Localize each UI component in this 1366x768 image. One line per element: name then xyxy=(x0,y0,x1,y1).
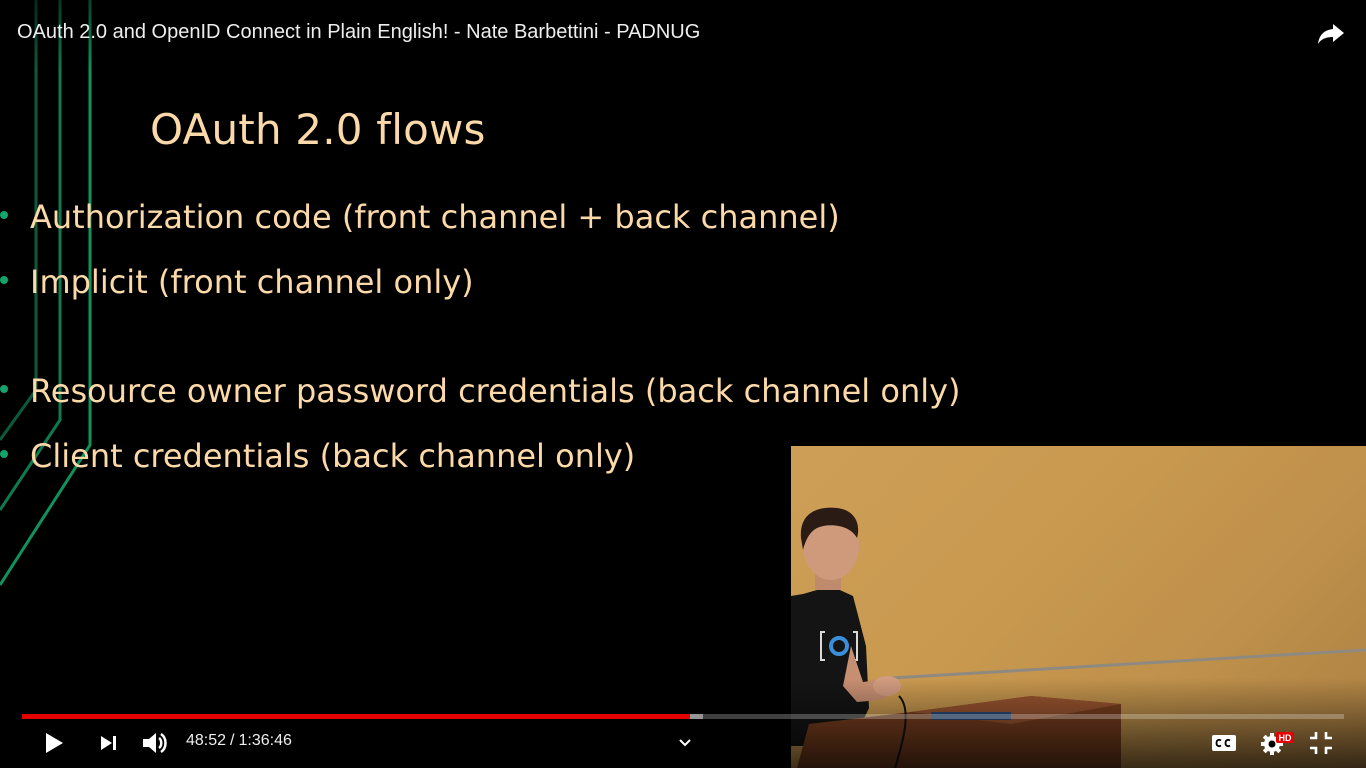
bullet-dot xyxy=(0,211,8,219)
bullet-dot xyxy=(0,450,8,458)
volume-icon xyxy=(143,732,167,754)
play-button[interactable] xyxy=(38,727,70,759)
share-button[interactable] xyxy=(1316,18,1346,48)
progress-bar[interactable] xyxy=(22,714,1344,719)
video-title[interactable]: OAuth 2.0 and OpenID Connect in Plain En… xyxy=(17,21,700,44)
progress-played xyxy=(22,714,690,719)
volume-button[interactable] xyxy=(139,727,171,759)
title-bar: OAuth 2.0 and OpenID Connect in Plain En… xyxy=(0,0,1366,70)
share-icon xyxy=(1318,24,1344,44)
chapters-button[interactable] xyxy=(674,727,696,759)
bullet-text: Implicit (front channel only) xyxy=(30,263,474,301)
speaker-figure xyxy=(791,446,1366,768)
play-icon xyxy=(46,733,63,753)
bullet-text: Client credentials (back channel only) xyxy=(30,437,636,475)
settings-button[interactable]: HD xyxy=(1256,727,1296,759)
next-icon xyxy=(101,736,116,750)
slide-bullet: Client credentials (back channel only) xyxy=(0,437,635,475)
next-button[interactable] xyxy=(94,727,122,759)
duration: 1:36:46 xyxy=(238,732,292,749)
slide-bullet: Implicit (front channel only) xyxy=(0,263,474,301)
bullet-text: Resource owner password credentials (bac… xyxy=(30,372,961,410)
video-player[interactable]: OAuth 2.0 flows Authorization code (fron… xyxy=(0,0,1366,768)
bullet-text: Authorization code (front channel + back… xyxy=(30,198,840,236)
bullet-dot xyxy=(0,385,8,393)
time-display: 48:52/1:36:46 xyxy=(186,732,292,750)
speaker-video-inset xyxy=(791,446,1366,768)
gear-icon: HD xyxy=(1261,732,1294,755)
captions-icon xyxy=(1212,735,1236,751)
exit-fullscreen-button[interactable] xyxy=(1306,727,1336,759)
hd-badge: HD xyxy=(1279,733,1292,743)
slide-bullet: Authorization code (front channel + back… xyxy=(0,198,840,236)
time-separator: / xyxy=(230,732,235,749)
captions-button[interactable] xyxy=(1208,727,1240,759)
current-time: 48:52 xyxy=(186,732,227,749)
slide-title: OAuth 2.0 flows xyxy=(150,105,486,154)
chevron-down-icon xyxy=(679,739,691,747)
bullet-dot xyxy=(0,276,8,284)
slide-bullet: Resource owner password credentials (bac… xyxy=(0,372,961,410)
exit-fullscreen-icon xyxy=(1310,732,1332,754)
